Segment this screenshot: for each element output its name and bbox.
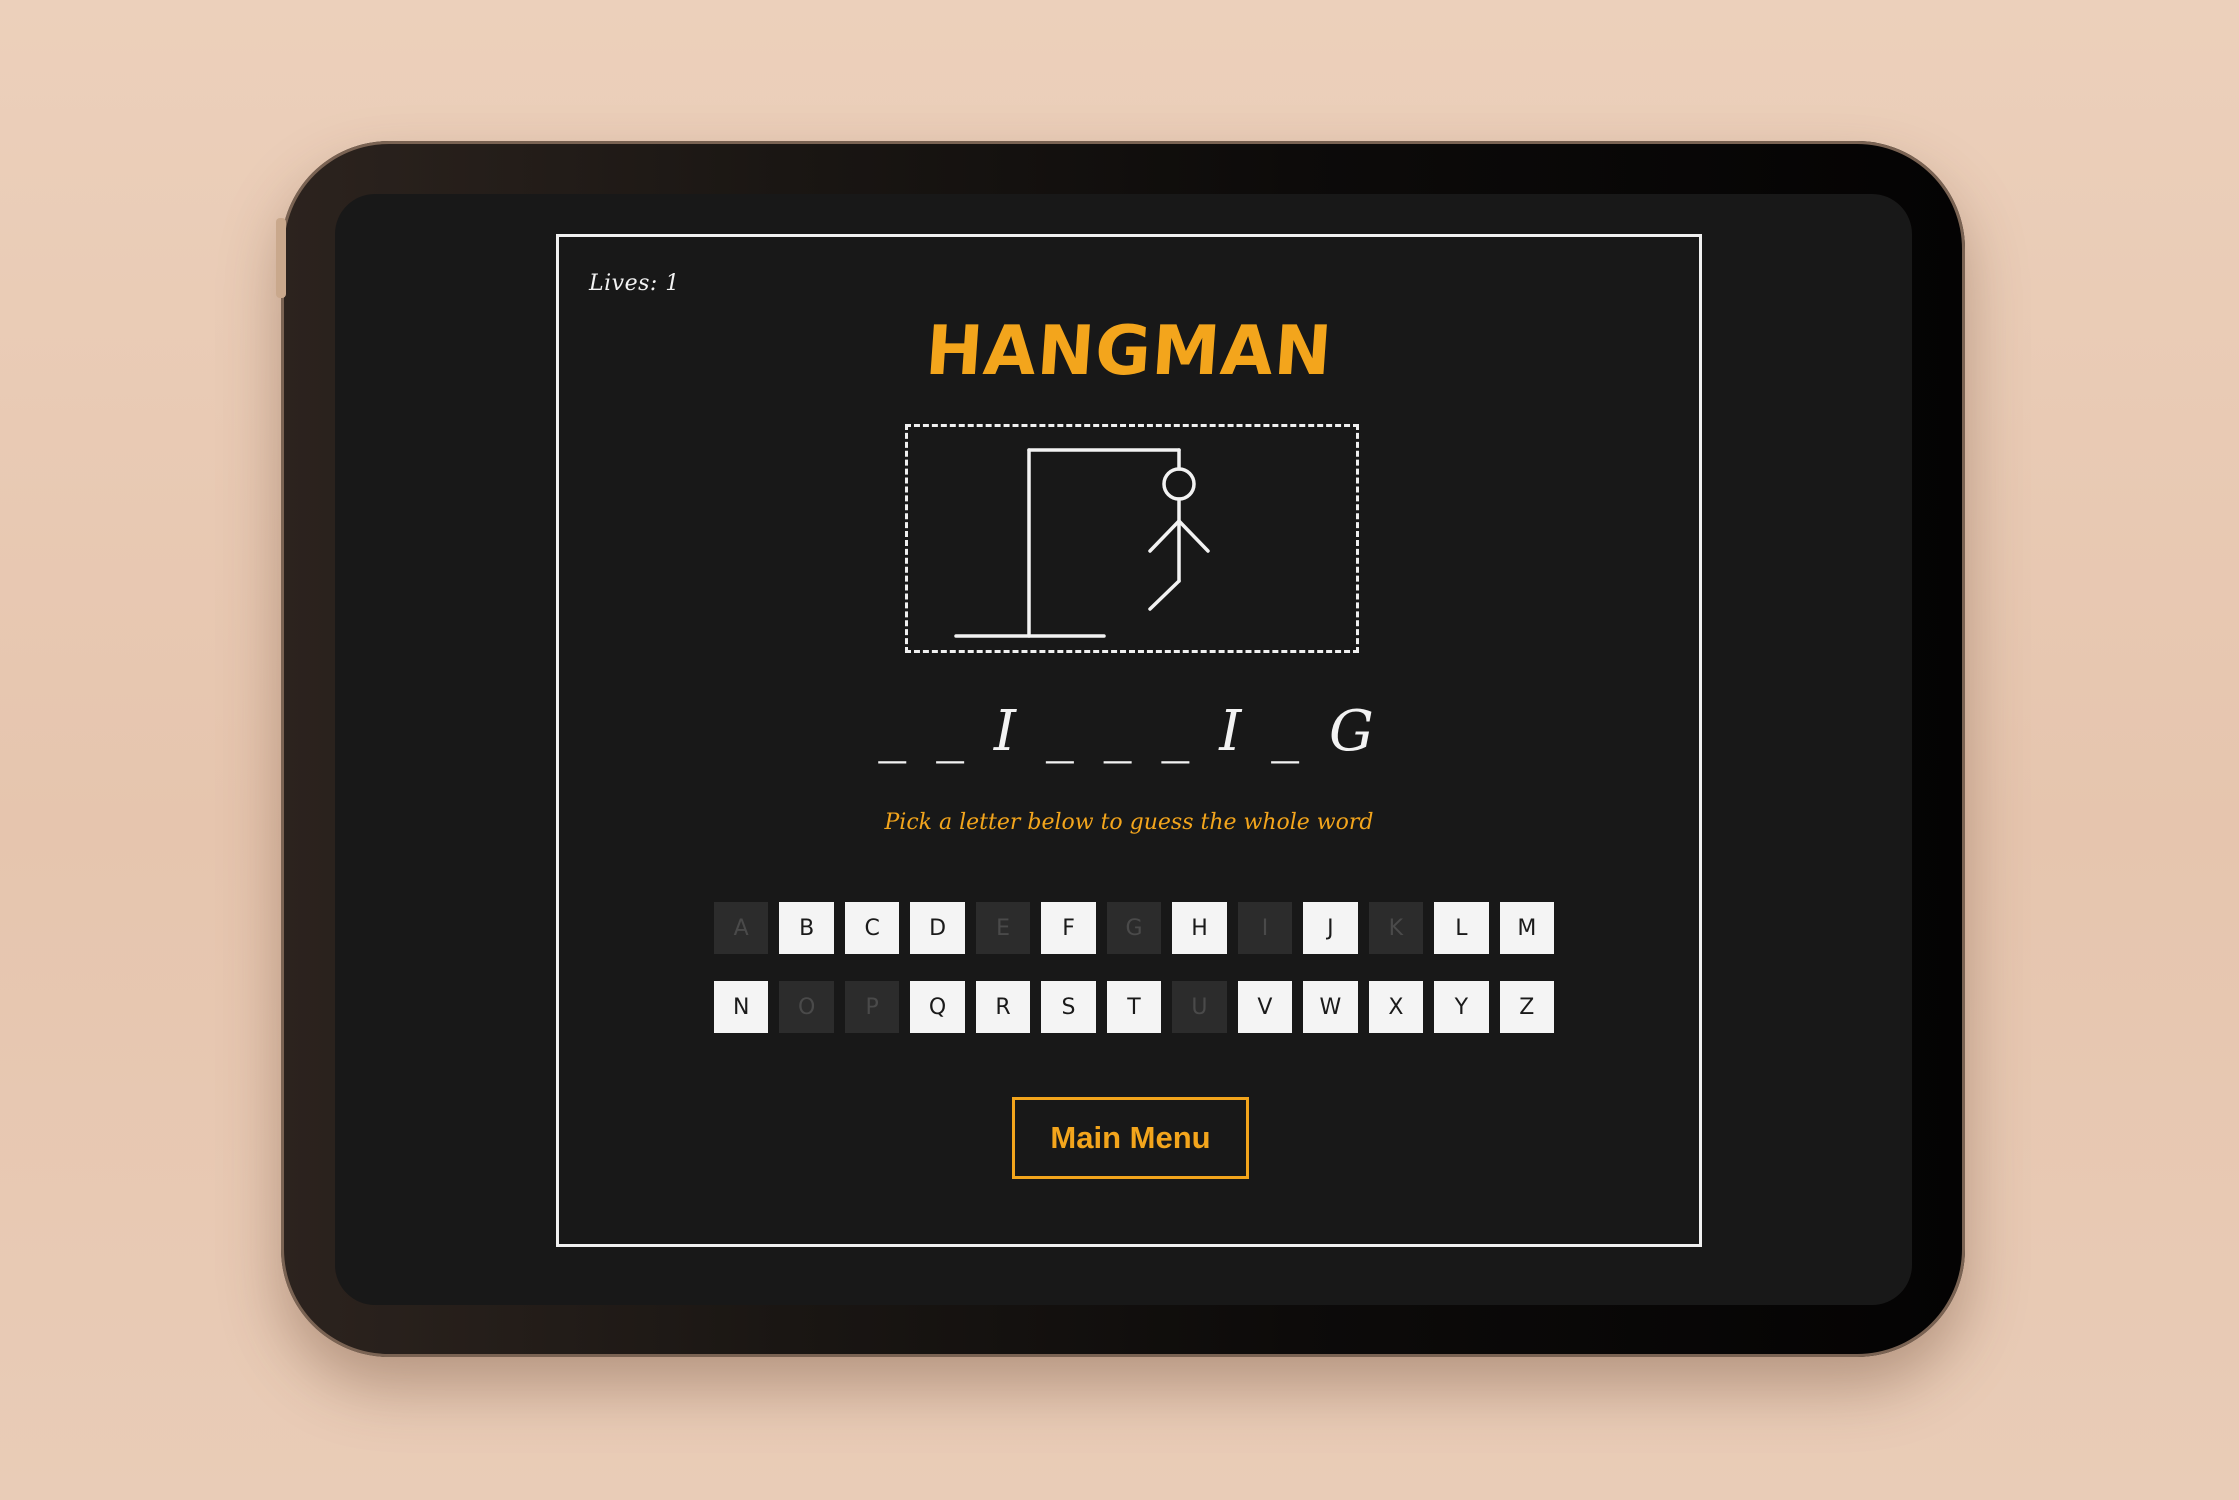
figure-right-arm bbox=[1177, 519, 1210, 553]
key-k[interactable]: K bbox=[1368, 902, 1424, 954]
tablet-screen: Lives: 1 HANGMAN _ _ I _ _ _ I _ G Pick … bbox=[335, 194, 1912, 1305]
key-x[interactable]: X bbox=[1368, 981, 1424, 1033]
key-a[interactable]: A bbox=[713, 902, 769, 954]
key-g[interactable]: G bbox=[1106, 902, 1162, 954]
key-h[interactable]: H bbox=[1172, 902, 1227, 954]
key-r[interactable]: R bbox=[975, 981, 1031, 1033]
game-frame: Lives: 1 HANGMAN _ _ I _ _ _ I _ G Pick … bbox=[556, 234, 1702, 1247]
tablet-side-button bbox=[276, 218, 286, 298]
key-f[interactable]: F bbox=[1041, 902, 1096, 954]
key-c[interactable]: C bbox=[844, 902, 900, 954]
game-title: HANGMAN bbox=[923, 312, 1335, 391]
key-j[interactable]: J bbox=[1303, 902, 1358, 954]
key-e[interactable]: E bbox=[975, 902, 1031, 954]
keyboard-row-2: N O P Q R S T U V W X Y Z bbox=[713, 981, 1555, 1033]
key-n[interactable]: N bbox=[713, 981, 769, 1033]
hangman-drawing bbox=[905, 424, 1359, 653]
figure-head bbox=[1162, 467, 1196, 501]
key-q[interactable]: Q bbox=[910, 981, 965, 1033]
main-menu-button[interactable]: Main Menu bbox=[1012, 1097, 1249, 1179]
key-v[interactable]: V bbox=[1237, 981, 1293, 1033]
key-p[interactable]: P bbox=[844, 981, 900, 1033]
key-y[interactable]: Y bbox=[1434, 981, 1489, 1033]
hangman-figure bbox=[954, 448, 1210, 638]
key-s[interactable]: S bbox=[1041, 981, 1096, 1033]
key-i[interactable]: I bbox=[1237, 902, 1293, 954]
key-z[interactable]: Z bbox=[1499, 981, 1555, 1033]
key-b[interactable]: B bbox=[779, 902, 834, 954]
key-l[interactable]: L bbox=[1434, 902, 1489, 954]
figure-left-arm bbox=[1148, 519, 1181, 553]
word-display: _ _ I _ _ _ I _ G bbox=[878, 699, 1380, 764]
keyboard-row-1: A B C D E F G H I J K L M bbox=[713, 902, 1555, 954]
key-o[interactable]: O bbox=[779, 981, 834, 1033]
key-w[interactable]: W bbox=[1303, 981, 1358, 1033]
key-u[interactable]: U bbox=[1172, 981, 1227, 1033]
figure-left-leg bbox=[1148, 579, 1181, 611]
key-d[interactable]: D bbox=[910, 902, 965, 954]
letter-keyboard: A B C D E F G H I J K L M N O P Q R S T … bbox=[713, 902, 1555, 1060]
lives-counter: Lives: 1 bbox=[589, 271, 680, 296]
key-m[interactable]: M bbox=[1499, 902, 1555, 954]
key-t[interactable]: T bbox=[1106, 981, 1162, 1033]
hint-text: Pick a letter below to guess the whole w… bbox=[884, 810, 1374, 835]
